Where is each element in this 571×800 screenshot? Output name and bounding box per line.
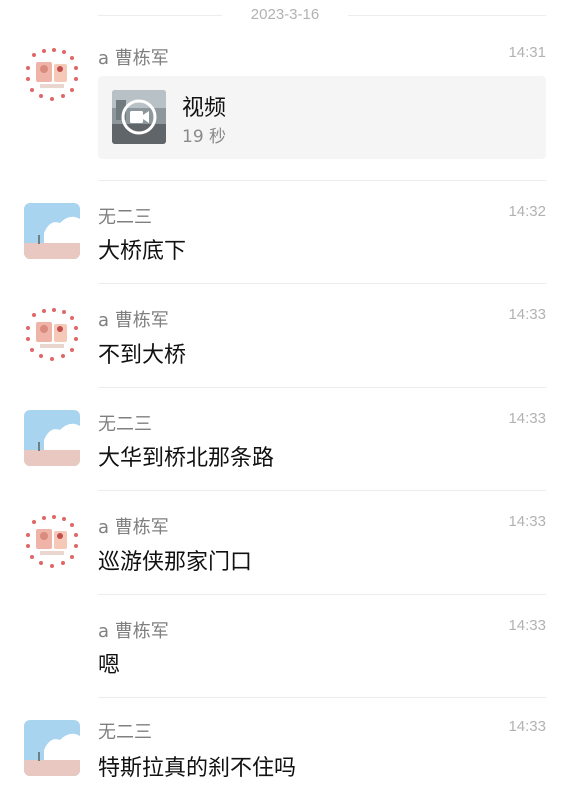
video-title: 视频 bbox=[182, 96, 227, 121]
sender-name: a 曹栋军 bbox=[98, 621, 169, 642]
message-text: 大桥底下 bbox=[98, 239, 187, 264]
message-text: 巡游侠那家门口 bbox=[98, 550, 253, 575]
sky-avatar-icon bbox=[24, 203, 80, 259]
message-item: 无二三 14:33 特斯拉真的刹不住吗 bbox=[0, 698, 571, 800]
message-item: a 曹栋军 14:33 巡游侠那家门口 bbox=[0, 491, 571, 595]
message-time: 14:33 bbox=[508, 410, 546, 427]
avatar[interactable] bbox=[24, 720, 80, 776]
heart-photo-avatar-icon bbox=[24, 46, 80, 102]
avatar[interactable] bbox=[24, 410, 80, 466]
avatar[interactable] bbox=[24, 46, 80, 102]
sender-name: a 曹栋军 bbox=[98, 48, 169, 69]
sky-avatar-icon bbox=[24, 410, 80, 466]
message-item: 无二三 14:32 大桥底下 bbox=[0, 181, 571, 284]
sky-avatar-icon bbox=[24, 720, 80, 776]
message-text: 不到大桥 bbox=[98, 343, 187, 368]
message-time: 14:31 bbox=[508, 44, 546, 61]
sender-name: 无二三 bbox=[98, 722, 152, 743]
video-message-card[interactable]: 视频 19 秒 bbox=[98, 76, 546, 159]
sender-name: a 曹栋军 bbox=[98, 517, 169, 538]
heart-photo-avatar-icon bbox=[24, 513, 80, 569]
message-time: 14:33 bbox=[508, 617, 546, 634]
message-item: a 曹栋军 14:33 不到大桥 bbox=[0, 284, 571, 388]
sender-name: a 曹栋军 bbox=[98, 310, 169, 331]
avatar[interactable] bbox=[24, 513, 80, 569]
message-time: 14:32 bbox=[508, 203, 546, 220]
sender-name: 无二三 bbox=[98, 414, 152, 435]
chat-history-page: 2023-3-16 a 曹栋军 14:31 视频 19 秒 无二三 14:32 … bbox=[0, 0, 571, 800]
heart-photo-avatar-icon bbox=[24, 306, 80, 362]
message-item: 无二三 14:33 大华到桥北那条路 bbox=[0, 388, 571, 491]
video-thumbnail[interactable] bbox=[112, 90, 166, 144]
sender-name: 无二三 bbox=[98, 207, 152, 228]
video-camera-icon bbox=[112, 90, 166, 144]
message-text: 大华到桥北那条路 bbox=[98, 446, 275, 471]
message-item: a 曹栋军 14:33 嗯 bbox=[0, 595, 571, 698]
message-text: 特斯拉真的刹不住吗 bbox=[98, 756, 297, 781]
message-time: 14:33 bbox=[508, 718, 546, 735]
avatar[interactable] bbox=[24, 306, 80, 362]
message-time: 14:33 bbox=[508, 513, 546, 530]
video-duration: 19 秒 bbox=[182, 127, 227, 147]
avatar[interactable] bbox=[24, 203, 80, 259]
message-time: 14:33 bbox=[508, 306, 546, 323]
message-item: a 曹栋军 14:31 视频 19 秒 bbox=[0, 0, 571, 181]
message-text: 嗯 bbox=[98, 653, 121, 678]
